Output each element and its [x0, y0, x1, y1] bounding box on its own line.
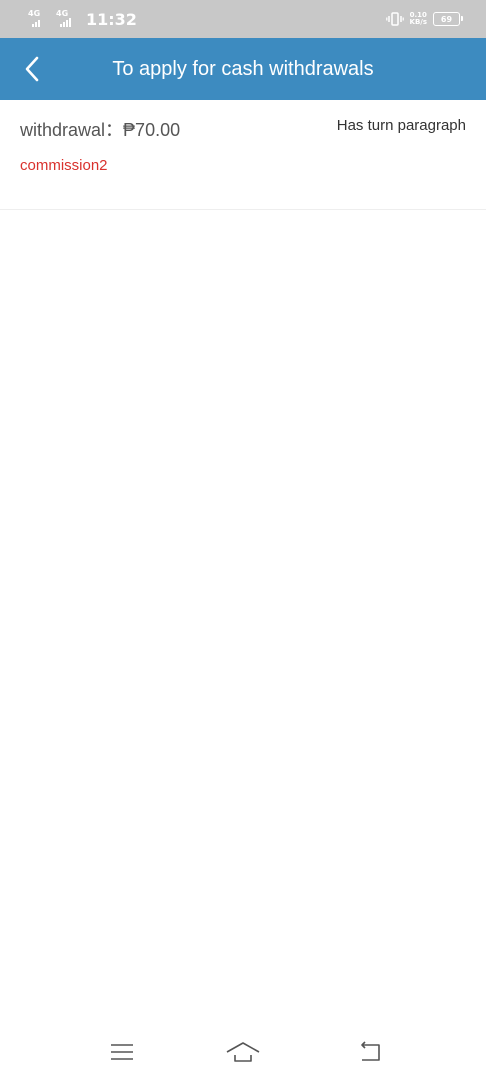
signal-icon: 4G: [28, 10, 48, 28]
navigation-bar: [0, 1024, 486, 1080]
network-speed: 0.10 KB/s: [410, 12, 427, 26]
home-button[interactable]: [223, 1038, 263, 1066]
withdrawal-label: withdrawal：: [20, 120, 124, 140]
withdrawal-status: Has turn paragraph: [336, 117, 466, 134]
menu-icon: [111, 1044, 133, 1060]
status-time: 11:32: [86, 9, 137, 29]
back-button[interactable]: [14, 51, 50, 87]
battery-level: 69: [440, 14, 453, 24]
withdrawal-type: commission2: [20, 157, 108, 174]
withdrawal-amount-row: withdrawal：₱70.00: [20, 116, 180, 142]
signal-icon: 4G: [56, 10, 76, 28]
chevron-left-icon: [25, 56, 39, 82]
withdrawal-amount: ₱70.00: [123, 120, 181, 140]
back-nav-button[interactable]: [350, 1038, 390, 1066]
home-icon: [226, 1042, 260, 1062]
battery-icon: 69: [433, 12, 463, 26]
status-bar: 4G 4G 11:32 0.10 KB/s 69: [0, 0, 486, 38]
status-right: 0.10 KB/s 69: [385, 9, 463, 29]
page-title: To apply for cash withdrawals: [112, 58, 374, 80]
menu-button[interactable]: [102, 1038, 142, 1066]
network-type-2: 4G: [56, 9, 69, 18]
speed-unit: KB/s: [409, 18, 427, 26]
back-icon: [361, 1041, 380, 1061]
status-left: 4G 4G 11:32: [28, 8, 137, 30]
network-type-1: 4G: [28, 9, 41, 18]
withdrawal-record: withdrawal：₱70.00 Has turn paragraph com…: [0, 100, 486, 210]
app-header: To apply for cash withdrawals: [0, 38, 486, 100]
vibrate-icon: [385, 12, 404, 26]
